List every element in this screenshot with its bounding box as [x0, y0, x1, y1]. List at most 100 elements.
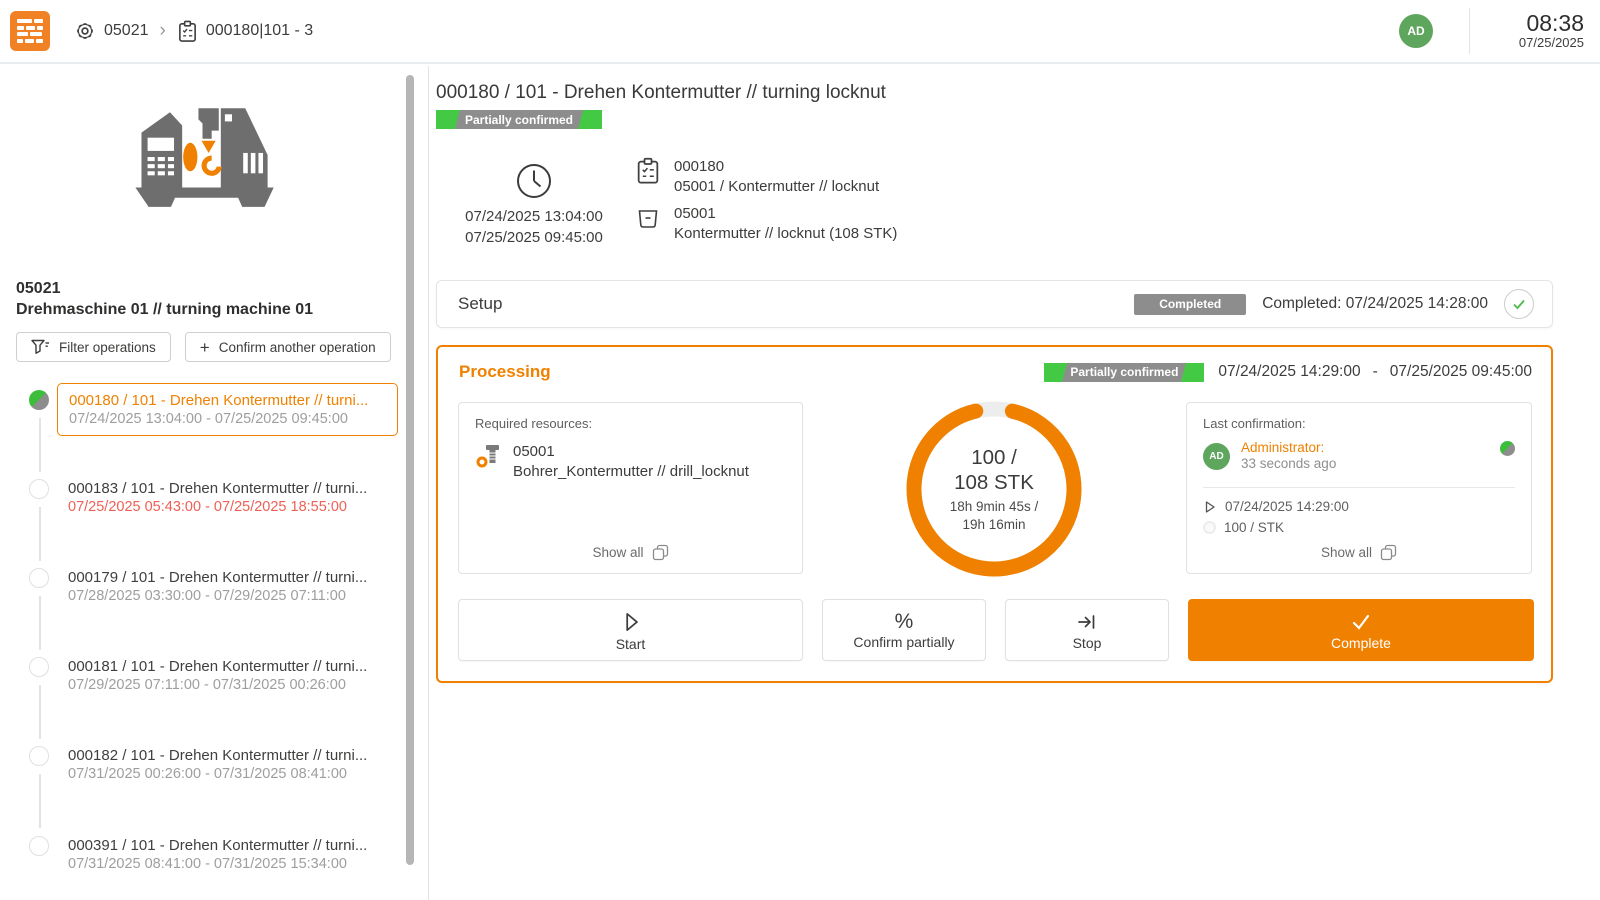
required-resources-label: Required resources:	[475, 416, 786, 431]
breadcrumb-operation[interactable]: 000180|101 - 3	[177, 20, 313, 43]
machine-image	[113, 100, 291, 212]
check-icon	[1348, 610, 1374, 634]
processing-title: Processing	[459, 362, 551, 382]
operation-status-open-icon	[29, 479, 49, 499]
stack-windows-icon	[652, 544, 669, 561]
operation-status-open-icon	[29, 568, 49, 588]
processing-start: 07/24/2025 14:29:00	[1218, 363, 1360, 381]
progress-qty-line2: 108 STK	[954, 470, 1034, 495]
setup-status-badge: Completed	[1134, 294, 1246, 315]
processing-date-separator: -	[1373, 363, 1378, 381]
operation-status-open-icon	[29, 836, 49, 856]
order-id: 000180	[674, 157, 879, 177]
required-resources-panel: Required resources: 05001 Bohrer_Konterm…	[458, 402, 803, 574]
top-bar: 05021 › 000180|101 - 3 AD	[0, 0, 1600, 64]
operation-dates-late: 07/25/2025 05:43:00 - 07/25/2025 18:55:0…	[68, 498, 387, 517]
sidebar-divider	[428, 66, 429, 900]
complete-label: Complete	[1331, 635, 1391, 651]
stack-windows-icon	[1380, 544, 1397, 561]
schedule-start: 07/24/2025 13:04:00	[459, 206, 609, 227]
breadcrumb: 05021 › 000180|101 - 3	[74, 20, 313, 43]
confirmation-avatar: AD	[1203, 443, 1230, 470]
confirmation-ago: 33 seconds ago	[1241, 456, 1336, 472]
timeline-connector	[39, 596, 41, 650]
stop-label: Stop	[1073, 635, 1102, 651]
sidebar-scrollbar[interactable]	[406, 75, 414, 865]
current-date: 07/25/2025	[1492, 35, 1584, 51]
bricks-logo-icon	[17, 19, 43, 43]
last-confirmation-panel: Last confirmation: AD Administrator: 33 …	[1186, 402, 1532, 574]
operation-item-000180[interactable]: 000180 / 101 - Drehen Kontermutter // tu…	[57, 383, 398, 436]
confirm-partially-label: Confirm partially	[853, 634, 954, 650]
operation-item-000391[interactable]: 000391 / 101 - Drehen Kontermutter // tu…	[57, 829, 398, 882]
check-icon	[1510, 295, 1528, 313]
operation-status-open-icon	[29, 657, 49, 677]
operation-dates: 07/29/2025 07:11:00 - 07/31/2025 00:26:0…	[68, 676, 387, 695]
quantity-radio-icon	[1203, 521, 1216, 534]
confirm-another-operation-button[interactable]: + Confirm another operation	[185, 332, 391, 362]
operation-status-partial-icon	[29, 390, 49, 410]
drill-tool-icon	[475, 442, 503, 470]
setup-completed-text: Completed: 07/24/2025 14:28:00	[1262, 295, 1488, 313]
timeline-connector	[39, 418, 41, 472]
breadcrumb-machine-label: 05021	[104, 22, 149, 40]
machine-id: 05021	[16, 278, 396, 299]
resources-show-all-button[interactable]: Show all	[459, 544, 802, 561]
confirm-another-operation-label: Confirm another operation	[219, 340, 376, 355]
timeline-connector	[39, 507, 41, 561]
stop-button[interactable]: Stop	[1005, 599, 1169, 661]
operation-page-title: 000180 / 101 - Drehen Kontermutter // tu…	[436, 82, 886, 104]
processing-section: Processing Partially confirmed 07/24/202…	[436, 345, 1553, 683]
resource-id: 05001	[513, 442, 749, 462]
gear-icon	[74, 20, 96, 42]
processing-end: 07/25/2025 09:45:00	[1390, 363, 1532, 381]
progress-donut: 100 / 108 STK 18h 9min 45s / 19h 16min	[904, 399, 1084, 579]
complete-button[interactable]: Complete	[1188, 599, 1534, 661]
operation-title: 000179 / 101 - Drehen Kontermutter // tu…	[68, 568, 387, 587]
breadcrumb-operation-label: 000180|101 - 3	[206, 22, 313, 40]
setup-section[interactable]: Setup Completed Completed: 07/24/2025 14…	[436, 280, 1553, 328]
order-clipboard-icon	[635, 157, 661, 185]
operation-item-000179[interactable]: 000179 / 101 - Drehen Kontermutter // tu…	[57, 561, 398, 614]
datetime-display: 08:38 07/25/2025	[1492, 11, 1584, 51]
start-label: Start	[616, 636, 646, 652]
machine-title: 05021 Drehmaschine 01 // turning machine…	[16, 278, 396, 320]
operation-item-000183[interactable]: 000183 / 101 - Drehen Kontermutter // tu…	[57, 472, 398, 525]
confirmation-user: Administrator:	[1241, 440, 1336, 456]
processing-status-badge: Partially confirmed	[1044, 363, 1204, 382]
confirmation-started-at: 07/24/2025 14:29:00	[1225, 499, 1349, 514]
schedule-block: 07/24/2025 13:04:00 07/25/2025 09:45:00	[459, 162, 609, 248]
app-root: 05021 › 000180|101 - 3 AD	[0, 0, 1600, 900]
schedule-end: 07/25/2025 09:45:00	[459, 227, 609, 248]
user-avatar[interactable]: AD	[1399, 14, 1433, 48]
plus-icon: +	[200, 339, 210, 356]
order-detail: 05001 / Kontermutter // locknut	[674, 177, 879, 197]
progress-qty-line1: 100 /	[971, 445, 1017, 470]
machine-sidebar: 05021 Drehmaschine 01 // turning machine…	[0, 66, 428, 900]
breadcrumb-machine[interactable]: 05021	[74, 20, 149, 42]
confirmations-show-all-button[interactable]: Show all	[1187, 544, 1531, 561]
confirmation-divider	[1203, 487, 1515, 488]
operation-item-000182[interactable]: 000182 / 101 - Drehen Kontermutter // tu…	[57, 739, 398, 792]
machine-name: Drehmaschine 01 // turning machine 01	[16, 299, 396, 320]
operation-item-000181[interactable]: 000181 / 101 - Drehen Kontermutter // tu…	[57, 650, 398, 703]
confirm-partially-button[interactable]: % Confirm partially	[822, 599, 986, 661]
filter-operations-button[interactable]: Filter operations	[16, 332, 171, 362]
confirmation-quantity: 100 / STK	[1224, 520, 1284, 535]
operation-status-open-icon	[29, 746, 49, 766]
operation-title: 000181 / 101 - Drehen Kontermutter // tu…	[68, 657, 387, 676]
operation-title: 000180 / 101 - Drehen Kontermutter // tu…	[69, 391, 386, 410]
timeline-connector	[39, 685, 41, 739]
confirmations-show-all-label: Show all	[1321, 545, 1372, 560]
clipboard-icon	[177, 20, 198, 43]
start-button[interactable]: Start	[458, 599, 803, 661]
current-time: 08:38	[1492, 11, 1584, 35]
resource-name: Bohrer_Kontermutter // drill_locknut	[513, 462, 749, 482]
status-badge: Partially confirmed	[436, 110, 602, 129]
material-detail: Kontermutter // locknut (108 STK)	[674, 224, 897, 244]
material-container-icon	[635, 204, 661, 231]
setup-check-button[interactable]	[1504, 289, 1534, 319]
app-logo[interactable]	[10, 11, 50, 51]
resources-show-all-label: Show all	[592, 545, 643, 560]
percent-icon: %	[895, 611, 914, 633]
